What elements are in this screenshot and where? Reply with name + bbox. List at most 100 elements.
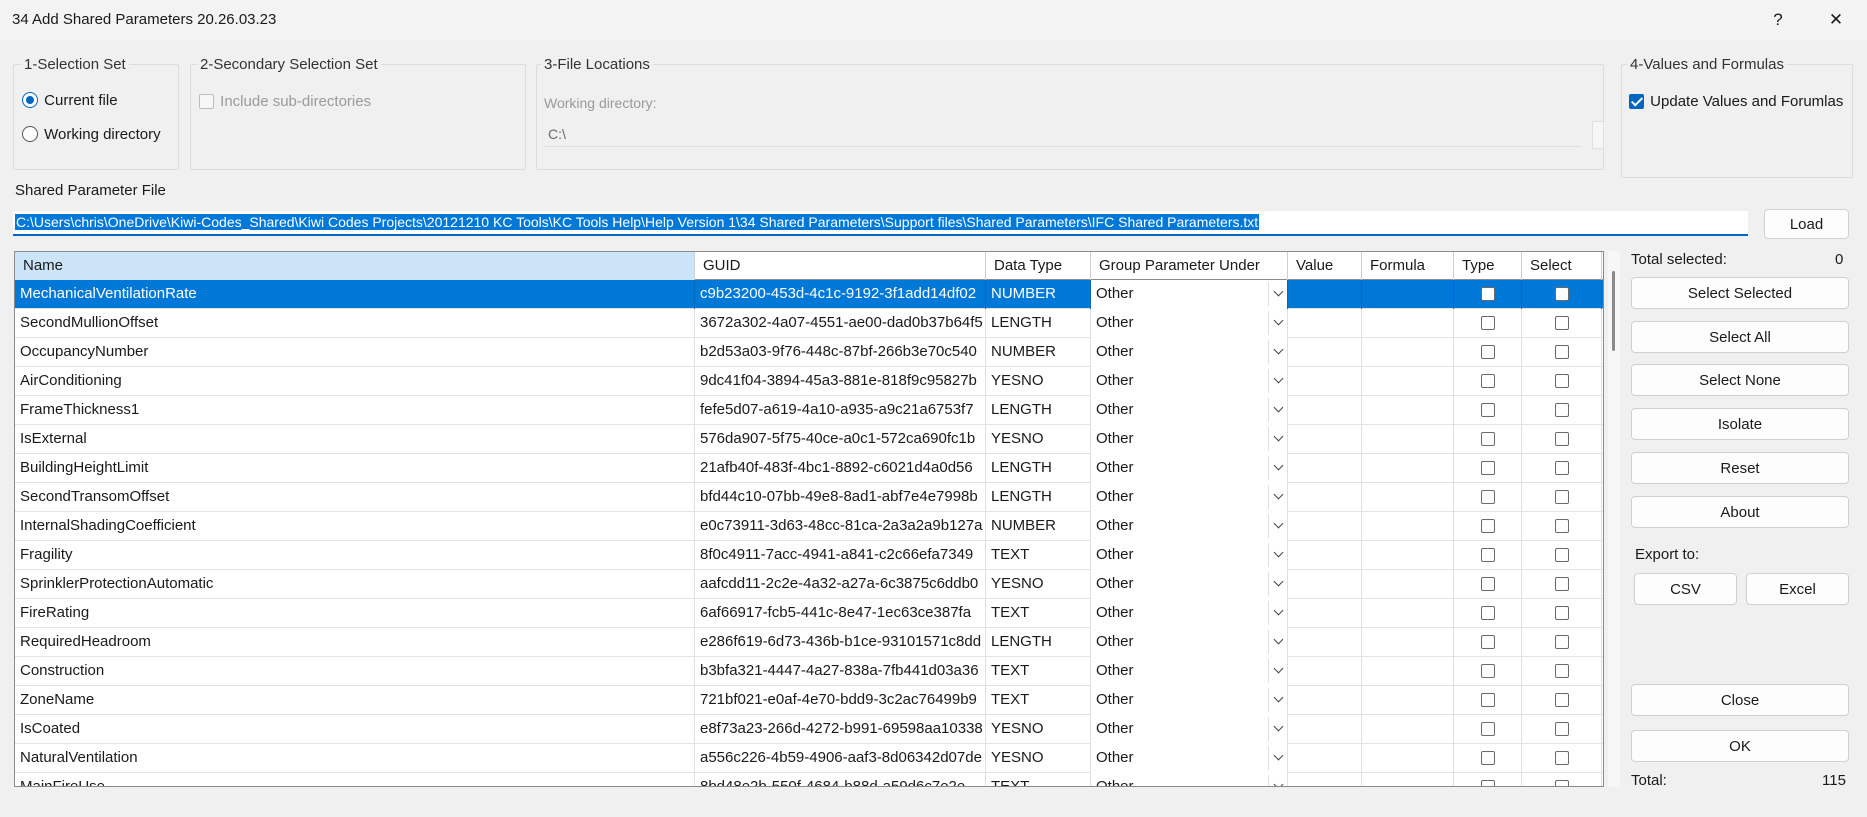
select-checkbox[interactable] [1554, 548, 1569, 562]
close-button[interactable]: Close [1631, 684, 1849, 716]
cell-value[interactable] [1288, 454, 1362, 483]
cell-name[interactable]: MechanicalVentilationRate [15, 280, 695, 309]
radio-working-directory-indicator[interactable] [22, 126, 38, 143]
select-checkbox[interactable] [1554, 780, 1569, 786]
help-button[interactable]: ? [1752, 0, 1804, 40]
table-row[interactable]: NaturalVentilation a556c226-4b59-4906-aaf… [15, 744, 1603, 773]
cell-guid[interactable]: aafcdd11-2c2e-4a32-a27a-6c3875c6ddb0 [695, 570, 986, 599]
type-checkbox[interactable] [1480, 345, 1495, 359]
cell-value[interactable] [1288, 280, 1362, 309]
header-name[interactable]: Name [15, 252, 695, 280]
group-parameter-dropdown[interactable]: Other [1091, 744, 1288, 773]
cell-value[interactable] [1288, 396, 1362, 425]
working-directory-input[interactable]: C:\ [544, 121, 1582, 147]
cell-name[interactable]: MainFireUse [15, 773, 695, 786]
table-row[interactable]: FireRating 6af66917-fcb5-441c-8e47-1ec63c… [15, 599, 1603, 628]
cell-name[interactable]: RequiredHeadroom [15, 628, 695, 657]
type-checkbox[interactable] [1480, 548, 1495, 562]
export-csv-button[interactable]: CSV [1634, 573, 1737, 605]
cell-name[interactable]: SecondMullionOffset [15, 309, 695, 338]
table-scroll-thumb[interactable] [1612, 271, 1615, 351]
cell-name[interactable]: NaturalVentilation [15, 744, 695, 773]
cell-data-type[interactable]: YESNO [986, 367, 1091, 396]
chevron-down-icon[interactable] [1273, 462, 1284, 473]
cell-value[interactable] [1288, 686, 1362, 715]
select-checkbox[interactable] [1554, 287, 1569, 301]
type-checkbox[interactable] [1480, 403, 1495, 417]
cell-formula[interactable] [1362, 541, 1454, 570]
type-checkbox[interactable] [1480, 490, 1495, 504]
header-value[interactable]: Value [1288, 252, 1362, 280]
cell-guid[interactable]: e0c73911-3d63-48cc-81ca-2a3a2a9b127a [695, 512, 986, 541]
type-checkbox[interactable] [1480, 751, 1495, 765]
cell-formula[interactable] [1362, 599, 1454, 628]
cell-name[interactable]: BuildingHeightLimit [15, 454, 695, 483]
type-checkbox[interactable] [1480, 519, 1495, 533]
table-row[interactable]: OccupancyNumber b2d53a03-9f76-448c-87bf-2… [15, 338, 1603, 367]
cell-value[interactable] [1288, 338, 1362, 367]
cell-value[interactable] [1288, 744, 1362, 773]
cell-formula[interactable] [1362, 483, 1454, 512]
table-row[interactable]: SecondTransomOffset bfd44c10-07bb-49e8-8a… [15, 483, 1603, 512]
select-none-button[interactable]: Select None [1631, 364, 1849, 396]
header-guid[interactable]: GUID [695, 252, 986, 280]
chevron-down-icon[interactable] [1273, 723, 1284, 734]
cell-guid[interactable]: bfd44c10-07bb-49e8-8ad1-abf7e4e7998b [695, 483, 986, 512]
cell-data-type[interactable]: TEXT [986, 657, 1091, 686]
cell-name[interactable]: InternalShadingCoefficient [15, 512, 695, 541]
cell-guid[interactable]: b3bfa321-4447-4a27-838a-7fb441d03a36 [695, 657, 986, 686]
select-checkbox[interactable] [1554, 461, 1569, 475]
cell-name[interactable]: OccupancyNumber [15, 338, 695, 367]
close-window-button[interactable]: ✕ [1810, 0, 1862, 40]
cell-value[interactable] [1288, 541, 1362, 570]
parameters-table[interactable]: Name GUID Data Type Group Parameter Unde… [14, 251, 1604, 787]
cell-value[interactable] [1288, 570, 1362, 599]
chevron-down-icon[interactable] [1273, 578, 1284, 589]
select-checkbox[interactable] [1554, 316, 1569, 330]
cell-name[interactable]: IsCoated [15, 715, 695, 744]
cell-data-type[interactable]: YESNO [986, 715, 1091, 744]
chevron-down-icon[interactable] [1273, 404, 1284, 415]
chevron-down-icon[interactable] [1273, 607, 1284, 618]
include-subdirs-checkbox-box[interactable] [199, 93, 214, 109]
cell-value[interactable] [1288, 512, 1362, 541]
load-button[interactable]: Load [1764, 209, 1849, 239]
table-scrollbar[interactable] [1608, 251, 1620, 787]
cell-data-type[interactable]: TEXT [986, 599, 1091, 628]
type-checkbox[interactable] [1480, 635, 1495, 649]
group-parameter-dropdown[interactable]: Other [1091, 483, 1288, 512]
cell-guid[interactable]: 6af66917-fcb5-441c-8e47-1ec63ce387fa [695, 599, 986, 628]
cell-data-type[interactable]: LENGTH [986, 628, 1091, 657]
cell-formula[interactable] [1362, 715, 1454, 744]
type-checkbox[interactable] [1480, 432, 1495, 446]
cell-data-type[interactable]: TEXT [986, 541, 1091, 570]
include-subdirs-checkbox[interactable]: Include sub-directories [199, 92, 371, 110]
radio-current-file-indicator[interactable] [22, 92, 38, 109]
cell-name[interactable]: IsExternal [15, 425, 695, 454]
update-values-checkbox[interactable]: Update Values and Forumlas [1629, 92, 1843, 110]
cell-guid[interactable]: 8bd48e2b-550f-4684-b88d-a59d6c7e2e [695, 773, 986, 786]
chevron-down-icon[interactable] [1273, 346, 1284, 357]
type-checkbox[interactable] [1480, 664, 1495, 678]
group-parameter-dropdown[interactable]: Other [1091, 338, 1288, 367]
cell-formula[interactable] [1362, 744, 1454, 773]
cell-data-type[interactable]: NUMBER [986, 512, 1091, 541]
header-formula[interactable]: Formula [1362, 252, 1454, 280]
cell-guid[interactable]: 3672a302-4a07-4551-ae00-dad0b37b64f5 [695, 309, 986, 338]
cell-guid[interactable]: 721bf021-e0af-4e70-bdd9-3c2ac76499b9 [695, 686, 986, 715]
cell-data-type[interactable]: NUMBER [986, 280, 1091, 309]
chevron-down-icon[interactable] [1273, 520, 1284, 531]
cell-name[interactable]: FrameThickness1 [15, 396, 695, 425]
cell-formula[interactable] [1362, 657, 1454, 686]
table-row[interactable]: Fragility 8f0c4911-7acc-4941-a841-c2c66ef… [15, 541, 1603, 570]
cell-formula[interactable] [1362, 628, 1454, 657]
group-parameter-dropdown[interactable]: Other [1091, 715, 1288, 744]
type-checkbox[interactable] [1480, 606, 1495, 620]
header-type[interactable]: Type [1454, 252, 1522, 280]
cell-guid[interactable]: fefe5d07-a619-4a10-a935-a9c21a6753f7 [695, 396, 986, 425]
group-parameter-dropdown[interactable]: Other [1091, 773, 1288, 786]
table-row[interactable]: ZoneName 721bf021-e0af-4e70-bdd9-3c2ac764… [15, 686, 1603, 715]
select-selected-button[interactable]: Select Selected [1631, 277, 1849, 309]
cell-guid[interactable]: a556c226-4b59-4906-aaf3-8d06342d07de [695, 744, 986, 773]
cell-formula[interactable] [1362, 425, 1454, 454]
